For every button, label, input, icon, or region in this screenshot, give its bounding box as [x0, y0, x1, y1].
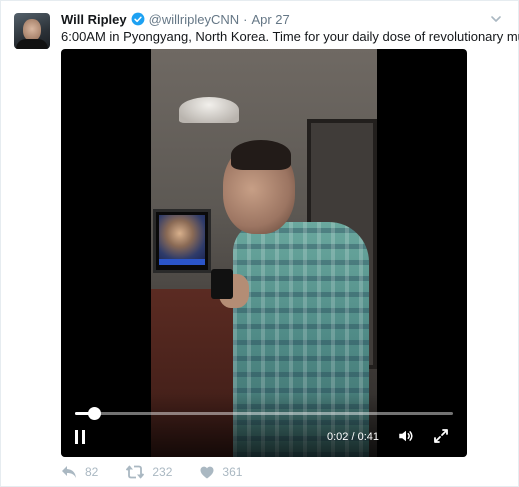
television-screen — [159, 215, 205, 261]
like-button[interactable]: 361 — [200, 465, 242, 479]
video-player[interactable]: 0:02 / 0:41 — [61, 49, 467, 457]
reply-count: 82 — [85, 465, 99, 479]
author-name[interactable]: Will Ripley — [61, 12, 127, 27]
like-count: 361 — [222, 465, 243, 479]
expand-icon[interactable] — [433, 428, 449, 444]
avatar-face — [23, 19, 41, 41]
current-time: 0:02 — [326, 431, 349, 443]
reply-icon — [62, 466, 76, 478]
header-separator: · — [243, 11, 248, 27]
volume-icon[interactable] — [397, 427, 415, 445]
author-avatar[interactable] — [14, 13, 50, 49]
person-hair — [231, 140, 291, 170]
heart-icon — [200, 466, 214, 478]
retweet-count: 232 — [152, 465, 173, 479]
verified-badge-icon — [131, 12, 145, 26]
tweet-actions: 82 232 361 — [61, 464, 270, 480]
tweet-text: 6:00AM in Pyongyang, North Korea. Time f… — [61, 29, 519, 44]
tweet-header: Will Ripley @willripleyCNN · Apr 27 — [61, 10, 290, 28]
retweet-icon — [126, 465, 145, 479]
pause-icon[interactable] — [73, 430, 87, 444]
reply-button[interactable]: 82 — [61, 465, 98, 479]
author-handle[interactable]: @willripleyCNN — [149, 12, 239, 27]
time-separator: / — [351, 431, 355, 443]
retweet-button[interactable]: 232 — [126, 465, 172, 479]
seek-handle[interactable] — [87, 407, 101, 420]
chevron-down-icon[interactable] — [490, 13, 502, 25]
video-controls: 0:02 / 0:41 — [61, 393, 467, 457]
video-time: 0:02 / 0:41 — [327, 431, 379, 443]
duration: 0:41 — [357, 431, 379, 443]
tweet-card: Will Ripley @willripleyCNN · Apr 27 6:00… — [0, 0, 519, 487]
phone — [211, 269, 233, 299]
television — [153, 209, 211, 273]
ceiling-lamp — [179, 97, 239, 123]
television-ticker — [159, 259, 205, 265]
tweet-date[interactable]: Apr 27 — [251, 12, 289, 27]
avatar-suit — [16, 39, 48, 49]
seek-bar[interactable] — [75, 407, 453, 420]
